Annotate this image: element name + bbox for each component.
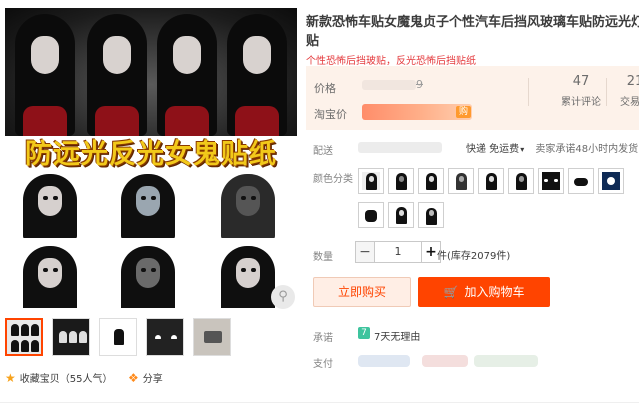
divider (0, 402, 639, 403)
promo-tag: 购 (456, 106, 472, 118)
stat-divider (528, 78, 529, 106)
add-to-cart-button[interactable]: 🛒 加入购物车 (418, 277, 550, 307)
share-icon: ❖ (128, 370, 139, 385)
banner-text: 防远光反光女鬼贴纸 (25, 139, 277, 170)
color-swatch[interactable] (538, 168, 564, 194)
favorite-label: 收藏宝贝（55人气） (19, 374, 113, 385)
color-swatch[interactable] (358, 168, 384, 194)
review-count-value: 47 (572, 74, 590, 89)
main-product-image[interactable]: 防远光反光女鬼贴纸 (5, 8, 297, 308)
payment-method-blurred (422, 355, 468, 367)
thumbnail-strip (5, 318, 231, 356)
ghost-figure (157, 14, 217, 136)
sticker-sample (105, 172, 191, 238)
thumbnail[interactable] (99, 318, 137, 356)
share-button[interactable]: ❖ 分享 (128, 370, 163, 386)
review-count-label: 累计评论 (561, 97, 601, 108)
stock-info: 件(库存2079件) (437, 251, 511, 262)
price-panel: 价格 9 淘宝价 购 47 累计评论 21 交易成 (306, 66, 639, 130)
old-price: 9 (416, 78, 423, 91)
shipping-promise: 卖家承诺48小时内发货 (535, 144, 639, 155)
color-swatch[interactable] (508, 168, 534, 194)
payment-method-blurred (358, 355, 410, 367)
shipping-express: 快递 免运费 (466, 144, 520, 155)
price-label: 价格 (314, 82, 336, 95)
sticker-sample (7, 172, 93, 238)
favorite-button[interactable]: ★ 收藏宝贝（55人气） (5, 370, 113, 386)
review-count[interactable]: 47 累计评论 (552, 74, 610, 108)
sticker-sample (7, 244, 93, 308)
promise-label: 承诺 (313, 333, 333, 344)
thumbnail[interactable] (5, 318, 43, 356)
color-swatch[interactable] (418, 202, 444, 228)
color-swatch[interactable] (478, 168, 504, 194)
ghost-figure (227, 14, 287, 136)
quantity-input[interactable]: 1 (375, 241, 421, 263)
color-label: 颜色分类 (313, 174, 353, 185)
shipping-label: 配送 (313, 146, 333, 157)
quantity-label: 数量 (313, 252, 333, 263)
product-title-line2: 贴 (306, 34, 320, 49)
payment-method-blurred (474, 355, 538, 367)
price-value-blurred (362, 80, 416, 90)
shipping-info[interactable]: 快递 免运费▾ 卖家承诺48小时内发货 (466, 140, 638, 155)
share-label: 分享 (142, 374, 163, 385)
search-icon[interactable]: ⚲ (271, 285, 295, 309)
quantity-stepper: − 1 + (355, 241, 441, 263)
chevron-down-icon: ▾ (520, 145, 525, 154)
promise-badge: 7 (358, 327, 370, 339)
product-banner (5, 8, 297, 136)
color-swatch[interactable] (388, 168, 414, 194)
promo-price-label: 淘宝价 (314, 108, 347, 121)
product-title: 新款恐怖车贴女魔鬼贞子个性汽车后挡风玻璃车贴防远光灯创 贴 (306, 13, 639, 51)
buy-now-button[interactable]: 立即购买 (313, 277, 411, 307)
trade-count: 21 交易成 (606, 74, 639, 108)
quantity-decrease-button[interactable]: − (355, 241, 375, 263)
product-subtitle: 个性恐怖后挡玻贴，反光恐怖后挡贴纸 (306, 56, 476, 67)
ghost-figure (87, 14, 147, 136)
sticker-sample (105, 244, 191, 308)
product-title-line1: 新款恐怖车贴女魔鬼贞子个性汽车后挡风玻璃车贴防远光灯创 (306, 15, 639, 30)
ghost-figure (15, 14, 75, 136)
thumbnail[interactable] (193, 318, 231, 356)
thumbnail[interactable] (52, 318, 90, 356)
payment-label: 支付 (313, 359, 333, 370)
shipping-origin-blurred (358, 142, 442, 153)
cart-icon: 🛒 (443, 285, 459, 299)
trade-count-label: 交易成 (620, 97, 639, 108)
star-icon: ★ (5, 370, 16, 385)
thumbnail[interactable] (146, 318, 184, 356)
color-swatch[interactable] (598, 168, 624, 194)
color-swatch[interactable] (448, 168, 474, 194)
color-swatch[interactable] (388, 202, 414, 228)
color-swatch[interactable] (418, 168, 444, 194)
sticker-sample (205, 172, 291, 238)
trade-count-value: 21 (626, 74, 639, 89)
color-swatch[interactable] (358, 202, 384, 228)
promise-text[interactable]: 7天无理由 (374, 328, 420, 343)
color-swatch[interactable] (568, 168, 594, 194)
add-to-cart-label: 加入购物车 (464, 285, 525, 299)
